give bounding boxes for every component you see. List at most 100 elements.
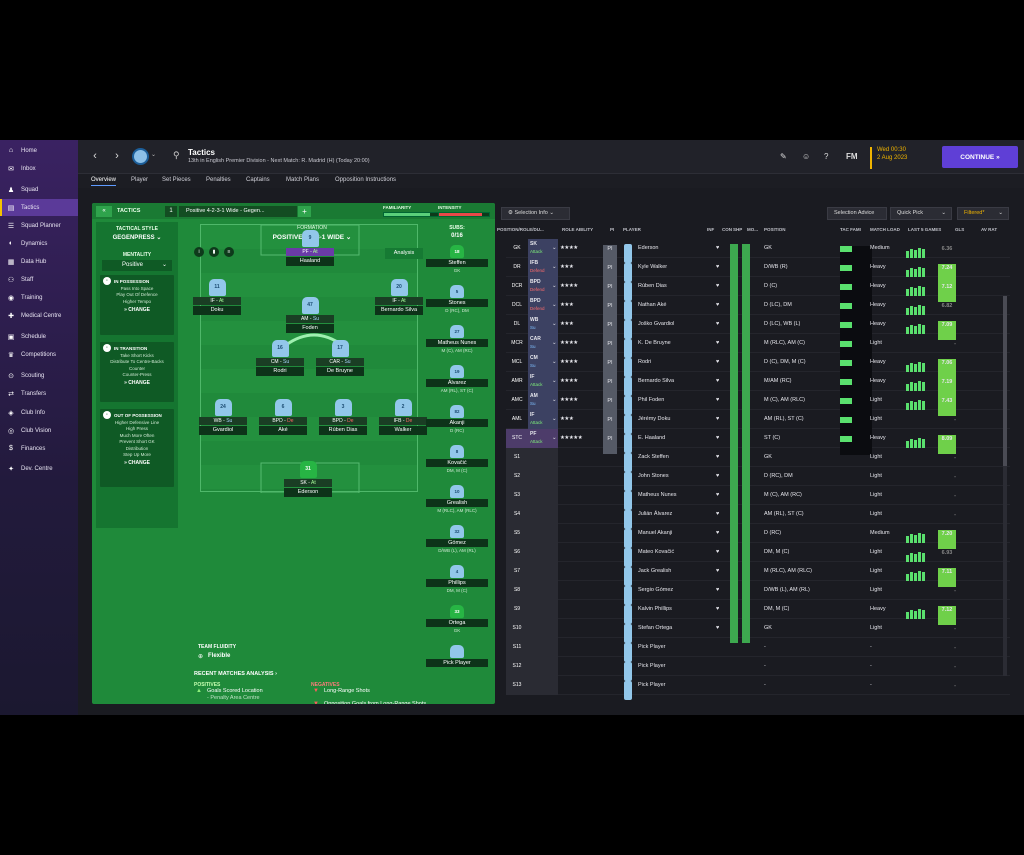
player-name[interactable]: Stefan Ortega	[638, 619, 672, 638]
row-role[interactable]	[528, 600, 558, 619]
column-header[interactable]: PLAYER	[623, 227, 641, 232]
table-row[interactable]: DCL BPD Defend ⌄ ★★★ PI Nathan Aké ♥ D (LC), DM H…	[506, 296, 1010, 322]
player-name[interactable]: Pick Player	[638, 657, 666, 676]
row-role[interactable]	[528, 657, 558, 676]
player-role[interactable]: BPD - De	[319, 417, 367, 425]
sidebar-item-staff[interactable]: ⚇ Staff	[0, 271, 78, 288]
player-name[interactable]: John Stones	[638, 467, 669, 486]
pitch-player[interactable]: 9 PF - At Haaland	[285, 230, 335, 266]
back-icon[interactable]: ‹	[88, 149, 102, 163]
chevron-down-icon[interactable]: ⌄	[552, 391, 557, 410]
player-name[interactable]: E. Haaland	[638, 429, 665, 448]
pitch-player[interactable]: 3 BPD - De Rúben Dias	[318, 399, 368, 435]
player-name[interactable]: Rodri	[638, 353, 651, 372]
player-role[interactable]: BPD - De	[259, 417, 307, 425]
sub-player[interactable]: 18 Steffen GK	[425, 245, 489, 273]
sidebar-item-training[interactable]: ◉ Training	[0, 289, 78, 306]
table-row[interactable]: GK SK Attack ⌄ ★★★★ PI Ederson ♥ GK Medium 6.36	[506, 239, 1010, 265]
player-name[interactable]: Matheus Nunes	[638, 486, 677, 505]
collapse-button[interactable]: «	[96, 206, 112, 217]
sub-player[interactable]: 10 Grealish M (RLC), AM (RLC)	[425, 485, 489, 513]
column-header[interactable]: LAST 5 GAMES	[908, 227, 941, 232]
sidebar-item-dynamics[interactable]: ◐ Dynamics	[0, 235, 78, 252]
chevron-down-icon[interactable]: ⌄	[552, 429, 557, 448]
table-row[interactable]: S4 Julián Álvarez ♥ AM (RL), ST (C) Light -	[506, 505, 1010, 529]
sidebar-item-finances[interactable]: $ Finances	[0, 440, 78, 457]
player-name[interactable]: Kalvin Phillips	[638, 600, 672, 619]
column-header[interactable]: POSITION	[764, 227, 786, 232]
chevron-down-icon[interactable]: ⌄	[552, 315, 557, 334]
tab-match-plans[interactable]: Match Plans	[286, 177, 319, 183]
sidebar-item-transfers[interactable]: ⇄ Transfers	[0, 385, 78, 402]
pitch-player[interactable]: 31 SK - At Ederson	[283, 461, 333, 497]
chevron-down-icon[interactable]: ⌄	[552, 239, 557, 258]
scrollbar-thumb[interactable]	[1003, 296, 1007, 466]
tab-overview[interactable]: Overview	[91, 177, 117, 186]
table-row[interactable]: S13 Pick Player - - -	[506, 676, 1010, 700]
add-tactic-button[interactable]: +	[298, 206, 311, 217]
chevron-down-icon[interactable]: ⌄	[552, 296, 557, 315]
fm-menu-button[interactable]: FM	[846, 152, 858, 161]
row-role[interactable]	[528, 467, 558, 486]
sub-player[interactable]: 19 Álvarez AM (RL), ST (C)	[425, 365, 489, 393]
player-role[interactable]: CM - Su	[256, 358, 304, 366]
selection-info-button[interactable]: ⚙ Selection Info ⌄	[501, 207, 570, 220]
player-name[interactable]: Pick Player	[638, 676, 666, 695]
column-header[interactable]: PI	[610, 227, 614, 232]
tab-penalties[interactable]: Penalties	[206, 177, 231, 183]
table-row[interactable]: S7 Jack Grealish ♥ M (RLC), AM (RLC) Light 7.…	[506, 562, 1010, 587]
table-row[interactable]: AMR IF Attack ⌄ ★★★★ PI Bernardo Silva ♥ M/AM (R…	[506, 372, 1010, 398]
player-name[interactable]: Rúben Dias	[638, 277, 667, 296]
row-role[interactable]	[528, 543, 558, 562]
player-role[interactable]: SK - At	[284, 479, 332, 487]
sidebar-item-medical-centre[interactable]: ✚ Medical Centre	[0, 307, 78, 324]
table-row[interactable]: S2 John Stones ♥ D (RC), DM Light -	[506, 467, 1010, 491]
pitch-player[interactable]: 16 CM - Su Rodri	[255, 340, 305, 376]
column-header[interactable]: AV RAT	[981, 227, 997, 232]
continue-button[interactable]: CONTINUE »	[942, 146, 1018, 168]
table-row[interactable]: MCR CAR Su ⌄ ★★★★ PI K. De Bruyne ♥ M (RLC), AM …	[506, 334, 1010, 360]
sub-player[interactable]: 5 Stones D (RC), DM	[425, 285, 489, 313]
tactic-select[interactable]: Positive 4-2-3-1 Wide - Gegen...	[179, 206, 297, 217]
bar-chart-icon[interactable]: ▮	[209, 247, 219, 257]
player-name[interactable]: K. De Bruyne	[638, 334, 671, 353]
pitch-player[interactable]: 2 IFB - De Walker	[378, 399, 428, 435]
info-icon[interactable]: i	[194, 247, 204, 257]
column-header[interactable]: POSITION/ROLE/DU...	[497, 227, 544, 232]
player-name[interactable]: Bernardo Silva	[638, 372, 674, 391]
player-role[interactable]: WB - Su	[199, 417, 247, 425]
player-name[interactable]: Manuel Akanji	[638, 524, 672, 543]
player-name[interactable]: Joško Gvardiol	[638, 315, 674, 334]
pitch-player[interactable]: 11 IF - At Doku	[192, 279, 242, 315]
selection-advice-button[interactable]: Selection Advice	[827, 207, 887, 220]
change-button[interactable]: » CHANGE	[100, 380, 174, 386]
tab-captains[interactable]: Captains	[246, 177, 270, 183]
player-name[interactable]: Zack Steffen	[638, 448, 669, 467]
sidebar-item-squad[interactable]: ♟ Squad	[0, 181, 78, 198]
player-name[interactable]: Kyle Walker	[638, 258, 667, 277]
column-header[interactable]: SHP	[733, 227, 742, 232]
sub-player[interactable]: Pick Player	[425, 645, 489, 668]
column-header[interactable]: ROLE ABILITY	[562, 227, 593, 232]
tab-opposition-instructions[interactable]: Opposition Instructions	[335, 177, 396, 183]
column-header[interactable]: TAC FAMI	[840, 227, 861, 232]
row-role[interactable]	[528, 486, 558, 505]
row-role[interactable]	[528, 505, 558, 524]
sidebar-item-competitions[interactable]: ♛ Competitions	[0, 346, 78, 363]
tactical-style-value[interactable]: GEGENPRESS ⌄	[96, 234, 178, 241]
sub-player[interactable]: 8 Kovačić DM, M (C)	[425, 445, 489, 473]
chevron-down-icon[interactable]: ⌄	[552, 372, 557, 391]
sidebar-item-inbox[interactable]: ✉ Inbox	[0, 160, 78, 177]
quick-pick-button[interactable]: Quick Pick ⌄	[890, 207, 952, 220]
player-name[interactable]: Pick Player	[638, 638, 666, 657]
player-role[interactable]: IF - At	[193, 297, 241, 305]
table-row[interactable]: STC PF Attack ⌄ ★★★★★ PI E. Haaland ♥ ST (C) Heav…	[506, 429, 1010, 455]
player-role[interactable]: CAR - Su	[316, 358, 364, 366]
table-row[interactable]: S6 Mateo Kovačić ♥ DM, M (C) Light 6.93	[506, 543, 1010, 567]
pitch-player[interactable]: 24 WB - Su Gvardiol	[198, 399, 248, 435]
forward-icon[interactable]: ›	[110, 149, 124, 163]
list-icon[interactable]: ≡	[224, 247, 234, 257]
table-row[interactable]: MCL CM Su ⌄ ★★★★ PI Rodri ♥ D (C), DM, M (C) Heav…	[506, 353, 1010, 379]
row-role[interactable]	[528, 638, 558, 657]
player-name[interactable]: Nathan Aké	[638, 296, 666, 315]
